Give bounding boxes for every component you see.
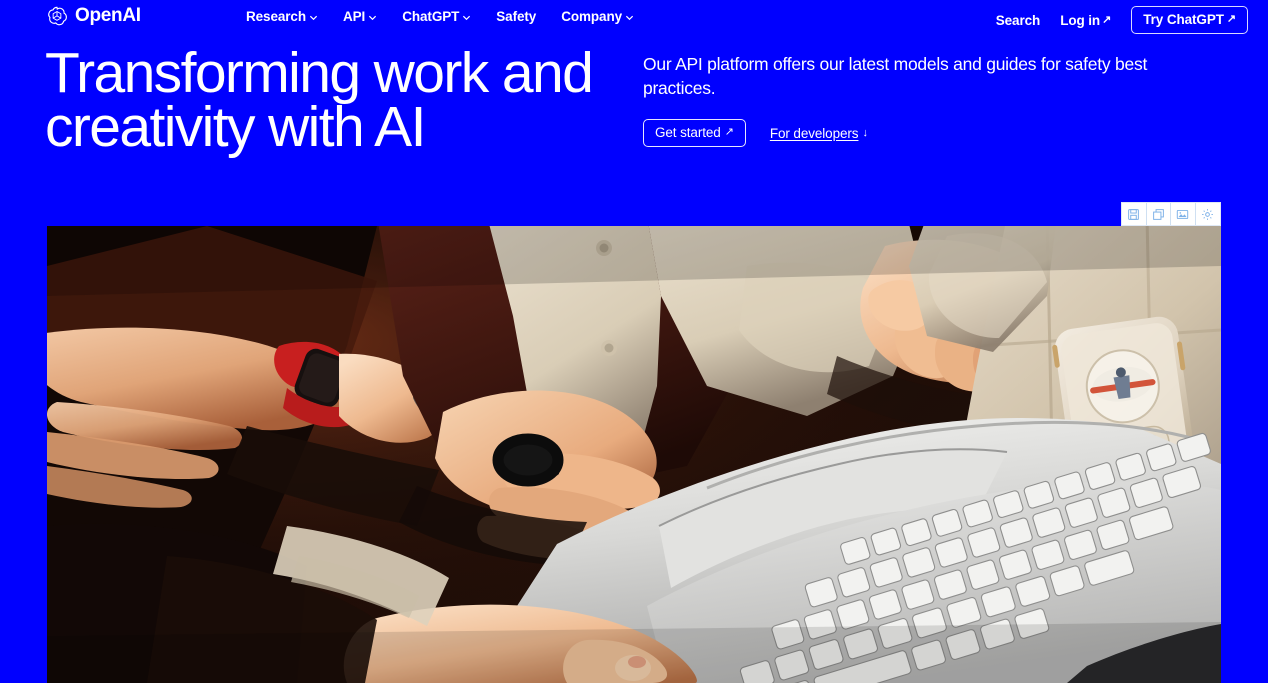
for-developers-label: For developers [769, 125, 859, 141]
arrow-up-right-icon: ↗ [1102, 13, 1112, 26]
nav-item-label: API [343, 9, 366, 24]
gear-settings-icon [1202, 208, 1214, 220]
nav-item-safety[interactable]: Safety [496, 8, 536, 25]
get-started-label: Get started [655, 125, 721, 140]
arrow-up-right-icon: ↗ [1226, 13, 1236, 25]
hero-right-column: Our API platform offers our latest model… [643, 52, 1223, 147]
gear-settings-button[interactable] [1196, 203, 1220, 225]
nav-item-label: ChatGPT [402, 9, 460, 24]
main-navigation: OpenAI Research API ChatGPT Safety Compa… [0, 0, 1268, 34]
nav-item-chatgpt[interactable]: ChatGPT [402, 8, 471, 25]
search-label: Search [995, 12, 1041, 28]
brand-name: OpenAI [75, 5, 141, 26]
chevron-down-icon [369, 15, 377, 21]
hero-subtitle: Our API platform offers our latest model… [643, 54, 1148, 98]
login-link[interactable]: Log in ↗ [1060, 13, 1111, 28]
image-picture-button[interactable] [1171, 203, 1196, 225]
hero-photo-illustration [47, 226, 1221, 683]
nav-item-research[interactable]: Research [246, 8, 318, 25]
arrow-up-right-icon: ↗ [724, 126, 734, 138]
openai-logo-icon [46, 5, 68, 27]
get-started-button[interactable]: Get started ↗ [643, 119, 746, 147]
for-developers-link[interactable]: For developers ↓ [770, 126, 868, 141]
chevron-down-icon [463, 15, 471, 21]
page-title: Transforming work and creativity with AI [45, 41, 594, 159]
image-toolbar [1121, 202, 1221, 226]
nav-primary-links: Research API ChatGPT Safety Company [246, 8, 634, 25]
chevron-down-icon [625, 15, 634, 21]
save-disk-icon [1128, 208, 1140, 220]
copy-duplicate-button[interactable] [1147, 203, 1171, 225]
try-chatgpt-button[interactable]: Try ChatGPT ↗ [1131, 6, 1248, 34]
login-label: Log in [1060, 12, 1101, 28]
copy-duplicate-icon [1152, 208, 1164, 220]
save-disk-button[interactable] [1122, 203, 1147, 225]
nav-item-company[interactable]: Company [561, 8, 634, 25]
image-picture-icon [1177, 209, 1189, 219]
nav-item-label: Safety [496, 9, 537, 24]
search-button[interactable]: Search [995, 12, 1041, 28]
chevron-down-icon [309, 15, 318, 21]
hero-actions: Get started ↗ For developers ↓ [643, 119, 1223, 147]
arrow-down-icon: ↓ [862, 126, 868, 139]
page-root: OpenAI Research API ChatGPT Safety Compa… [0, 0, 1268, 683]
brand-logo[interactable]: OpenAI [46, 5, 141, 27]
nav-item-api[interactable]: API [343, 8, 377, 25]
nav-utility-links: Search Log in ↗ Try ChatGPT ↗ [996, 6, 1248, 34]
nav-item-label: Research [246, 9, 306, 24]
nav-item-label: Company [561, 9, 623, 24]
cta-label: Try ChatGPT [1143, 12, 1224, 27]
hero-photo [47, 226, 1221, 683]
